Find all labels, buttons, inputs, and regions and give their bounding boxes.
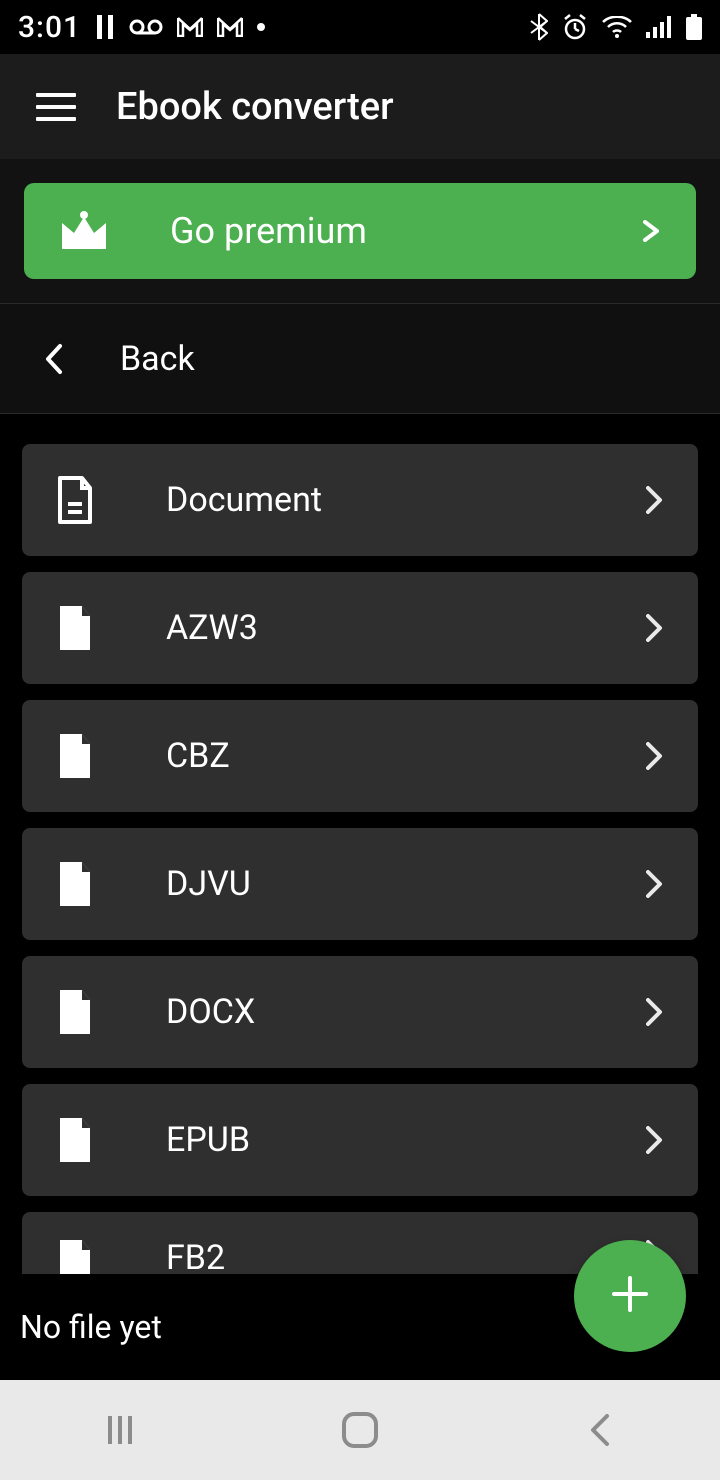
chevron-right-icon: [644, 740, 664, 772]
gmail-icon: [177, 17, 203, 37]
format-label: AZW3: [154, 608, 584, 648]
menu-icon[interactable]: [36, 93, 76, 121]
back-nav-button[interactable]: [574, 1404, 626, 1456]
pause-icon: [95, 15, 115, 39]
chevron-right-icon: [644, 484, 664, 516]
plus-icon: [610, 1274, 650, 1318]
back-label: Back: [120, 339, 195, 379]
chevron-right-icon: [644, 612, 664, 644]
premium-label: Go premium: [150, 210, 600, 252]
format-item-azw3[interactable]: AZW3: [22, 572, 698, 684]
format-item-epub[interactable]: EPUB: [22, 1084, 698, 1196]
chevron-left-icon: [44, 343, 64, 375]
bluetooth-icon: [530, 13, 548, 41]
format-label: EPUB: [154, 1120, 584, 1160]
format-item-cbz[interactable]: CBZ: [22, 700, 698, 812]
battery-icon: [686, 14, 702, 40]
format-item-document[interactable]: Document: [22, 444, 698, 556]
format-label: CBZ: [154, 736, 584, 776]
chevron-right-icon: [644, 996, 664, 1028]
recents-button[interactable]: [94, 1404, 146, 1456]
alarm-icon: [562, 14, 588, 40]
gmail-icon: [217, 17, 243, 37]
no-file-label: No file yet: [20, 1308, 162, 1346]
file-icon: [56, 732, 94, 780]
format-label: DJVU: [154, 864, 584, 904]
format-label: DOCX: [154, 992, 584, 1032]
chevron-right-icon: [640, 220, 662, 242]
add-button[interactable]: [574, 1240, 686, 1352]
wifi-icon: [602, 16, 632, 38]
page-title: Ebook converter: [116, 85, 394, 129]
chevron-right-icon: [644, 1124, 664, 1156]
format-label: Document: [154, 480, 584, 520]
format-label: FB2: [154, 1238, 584, 1278]
crown-icon: [58, 211, 110, 251]
signal-icon: [646, 16, 672, 38]
file-icon: [56, 860, 94, 908]
chevron-right-icon: [644, 868, 664, 900]
format-item-djvu[interactable]: DJVU: [22, 828, 698, 940]
format-item-docx[interactable]: DOCX: [22, 956, 698, 1068]
file-icon: [56, 988, 94, 1036]
file-icon: [56, 604, 94, 652]
premium-section: Go premium: [0, 159, 720, 304]
file-icon: [56, 1116, 94, 1164]
document-icon: [56, 476, 94, 524]
dot-icon: [257, 23, 265, 31]
system-nav-bar: [0, 1380, 720, 1480]
status-bar: 3:01: [0, 0, 720, 54]
back-button[interactable]: Back: [0, 304, 720, 414]
app-header: Ebook converter: [0, 54, 720, 159]
format-list: Document AZW3 CBZ DJVU DOCX EPUB: [0, 414, 720, 1284]
voicemail-icon: [129, 18, 163, 36]
go-premium-button[interactable]: Go premium: [24, 183, 696, 279]
status-time: 3:01: [18, 10, 81, 45]
home-button[interactable]: [334, 1404, 386, 1456]
